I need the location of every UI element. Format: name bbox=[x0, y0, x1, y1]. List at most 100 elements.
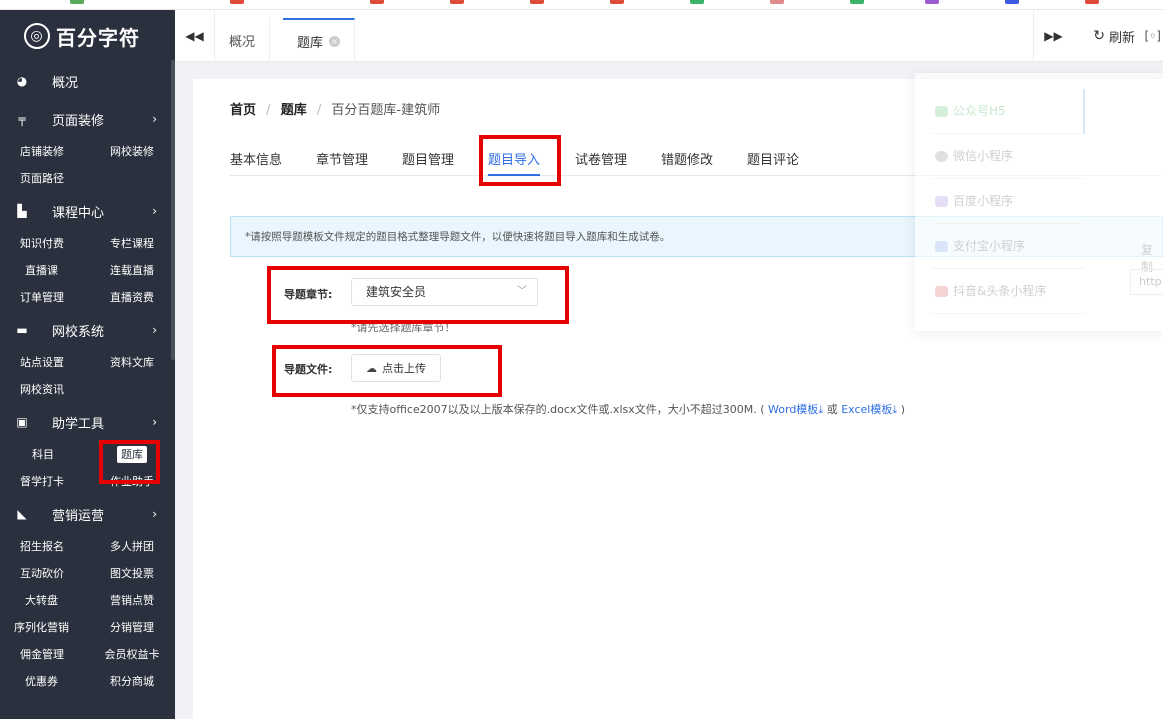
tab-basic-info[interactable]: 基本信息 bbox=[230, 149, 282, 176]
sidebar-item-points-mall[interactable]: 积分商城 bbox=[88, 668, 175, 695]
sidebar-item-school-news[interactable]: 网校资讯 bbox=[0, 376, 88, 403]
fullscreen-icon[interactable]: [◦] bbox=[1145, 10, 1161, 62]
platform-item-douyin-mini[interactable]: 抖音&头条小程序 bbox=[931, 269, 1085, 314]
tab-label: 题库 bbox=[297, 35, 324, 51]
sidebar-item-paid-knowledge[interactable]: 知识付费 bbox=[0, 230, 88, 257]
nav-label: 网校系统 bbox=[52, 324, 105, 340]
sidebar-item-live-fee[interactable]: 直播资费 bbox=[88, 284, 175, 311]
sidebar: ◎ 百分字符 ◕ 概况 ╤ 页面装修 › 店铺装修 网校装修 页面路径 ▙ 课程… bbox=[0, 10, 175, 719]
nav-overview[interactable]: ◕ 概况 bbox=[0, 62, 175, 100]
highlight-box-tab bbox=[479, 135, 561, 186]
tab-chapter-management[interactable]: 章节管理 bbox=[316, 149, 368, 176]
breadcrumb-home[interactable]: 首页 bbox=[230, 103, 256, 118]
nav-school-system[interactable]: ▬ 网校系统 › bbox=[0, 311, 175, 349]
sidebar-item-member-card[interactable]: 会员权益卡 bbox=[88, 641, 175, 668]
close-icon[interactable]: × bbox=[329, 35, 341, 47]
sidebar-item-page-path[interactable]: 页面路径 bbox=[0, 165, 88, 192]
tab-question-bank[interactable]: 题库 × bbox=[283, 18, 356, 62]
platform-item-wechat-mini[interactable]: 微信小程序 bbox=[931, 134, 1085, 179]
alipay-icon bbox=[935, 241, 948, 252]
tabs-scroll-right-icon[interactable]: ▶▶ bbox=[1033, 10, 1073, 62]
brand-logo[interactable]: ◎ 百分字符 bbox=[0, 10, 175, 62]
nav-learning-tools[interactable]: ▣ 助学工具 › bbox=[0, 403, 175, 441]
chevron-right-icon: › bbox=[152, 415, 157, 429]
sidebar-item-serial-marketing[interactable]: 序列化营销 bbox=[0, 614, 88, 641]
sidebar-item-resource-library[interactable]: 资料文库 bbox=[88, 349, 175, 376]
pie-chart-icon: ◕ bbox=[16, 74, 28, 88]
highlight-box-sidebar bbox=[99, 440, 160, 484]
nav-label: 概况 bbox=[52, 75, 79, 91]
file-hint-text: *仅支持office2007以及以上版本保存的.docx文件或.xlsx文件，大… bbox=[351, 403, 757, 416]
briefcase-icon: ▣ bbox=[16, 415, 28, 429]
or-text: 或 bbox=[826, 403, 838, 416]
paren-open: ( bbox=[760, 403, 765, 416]
nav-label: 营销运营 bbox=[52, 508, 105, 524]
nav-group-school-system: ▬ 网校系统 › 站点设置 资料文库 网校资讯 bbox=[0, 311, 175, 403]
breadcrumb-section[interactable]: 题库 bbox=[281, 103, 307, 118]
platform-label: 支付宝小程序 bbox=[953, 239, 1026, 253]
sidebar-item-vote[interactable]: 图文投票 bbox=[88, 560, 175, 587]
baidu-icon bbox=[935, 196, 948, 207]
sidebar-item-lucky-wheel[interactable]: 大转盘 bbox=[0, 587, 88, 614]
nav-label: 页面装修 bbox=[52, 113, 105, 129]
refresh-button[interactable]: ↻ 刷新 bbox=[1093, 10, 1135, 62]
platform-item-h5[interactable]: 公众号H5 bbox=[931, 89, 1085, 134]
sidebar-item-column-course[interactable]: 专栏课程 bbox=[88, 230, 175, 257]
sidebar-item-commission[interactable]: 佣金管理 bbox=[0, 641, 88, 668]
sidebar-item-distribution[interactable]: 分销管理 bbox=[88, 614, 175, 641]
top-tab-bar: ◀◀ 概况 题库 × ▶▶ ↻ 刷新 [◦] bbox=[175, 10, 1163, 62]
sidebar-item-serial-live[interactable]: 连载直播 bbox=[88, 257, 175, 284]
tab-question-comments[interactable]: 题目评论 bbox=[747, 149, 799, 176]
platform-item-alipay-mini[interactable]: 支付宝小程序 bbox=[931, 224, 1085, 269]
sidebar-item-order-management[interactable]: 订单管理 bbox=[0, 284, 88, 311]
paren-close: ) bbox=[900, 403, 905, 416]
sidebar-item-shop-decoration[interactable]: 店铺装修 bbox=[0, 138, 88, 165]
breadcrumb-current: 百分百题库-建筑师 bbox=[331, 103, 441, 118]
sidebar-item-school-decoration[interactable]: 网校装修 bbox=[88, 138, 175, 165]
sidebar-item-like-marketing[interactable]: 营销点赞 bbox=[88, 587, 175, 614]
chevron-right-icon: › bbox=[152, 507, 157, 521]
mini-program-icon bbox=[935, 151, 948, 162]
platform-label: 公众号H5 bbox=[953, 104, 1006, 118]
tab-question-management[interactable]: 题目管理 bbox=[402, 149, 454, 176]
tab-label: 概况 bbox=[229, 34, 256, 50]
nav-label: 课程中心 bbox=[52, 205, 105, 221]
url-input[interactable]: http bbox=[1130, 269, 1163, 295]
sidebar-item-bargain[interactable]: 互动砍价 bbox=[0, 560, 88, 587]
wechat-icon bbox=[935, 106, 948, 117]
book-icon: ▙ bbox=[17, 204, 27, 218]
word-template-link[interactable]: Word模板 bbox=[768, 403, 818, 416]
sidebar-item-group-buy[interactable]: 多人拼团 bbox=[88, 533, 175, 560]
chevron-right-icon: › bbox=[152, 323, 157, 337]
nav-page-decoration[interactable]: ╤ 页面装修 › bbox=[0, 100, 175, 138]
refresh-icon: ↻ bbox=[1093, 28, 1105, 44]
download-icon: ⤓ bbox=[892, 403, 898, 416]
browser-bookmark-strip bbox=[0, 0, 1163, 10]
sidebar-item-study-checkin[interactable]: 督学打卡 bbox=[0, 468, 88, 495]
tab-overview[interactable]: 概况 bbox=[215, 18, 271, 62]
platform-item-baidu-mini[interactable]: 百度小程序 bbox=[931, 179, 1085, 224]
excel-template-link[interactable]: Excel模板 bbox=[841, 403, 892, 416]
brand-name: 百分字符 bbox=[56, 25, 140, 50]
sidebar-item-enrollment[interactable]: 招生报名 bbox=[0, 533, 88, 560]
tab-wrong-question-edit[interactable]: 错题修改 bbox=[661, 149, 713, 176]
nav-group-course-center: ▙ 课程中心 › 知识付费 专栏课程 直播课 连载直播 订单管理 直播资费 bbox=[0, 192, 175, 311]
tab-paper-management[interactable]: 试卷管理 bbox=[575, 149, 627, 176]
sidebar-item-site-settings[interactable]: 站点设置 bbox=[0, 349, 88, 376]
breadcrumb: 首页 / 题库 / 百分百题库-建筑师 bbox=[230, 99, 440, 118]
logo-icon: ◎ bbox=[24, 23, 50, 49]
refresh-label: 刷新 bbox=[1108, 30, 1135, 46]
sidebar-item-coupon[interactable]: 优惠券 bbox=[0, 668, 88, 695]
platform-list: 公众号H5 微信小程序 百度小程序 支付宝小程序 抖音&头条小程序 bbox=[931, 89, 1085, 314]
chevron-right-icon: › bbox=[152, 204, 157, 218]
nav-course-center[interactable]: ▙ 课程中心 › bbox=[0, 192, 175, 230]
tabs-scroll-left-icon[interactable]: ◀◀ bbox=[175, 10, 215, 62]
platform-popover: 公众号H5 微信小程序 百度小程序 支付宝小程序 抖音&头条小程序 复制 htt… bbox=[915, 73, 1163, 331]
megaphone-icon: ◣ bbox=[17, 507, 27, 521]
nav-marketing[interactable]: ◣ 营销运营 › bbox=[0, 495, 175, 533]
sidebar-item-live-course[interactable]: 直播课 bbox=[0, 257, 88, 284]
platform-label: 微信小程序 bbox=[953, 149, 1014, 163]
nav-group-page-decoration: ╤ 页面装修 › 店铺装修 网校装修 页面路径 bbox=[0, 100, 175, 192]
chevron-right-icon: › bbox=[152, 112, 157, 126]
sidebar-item-subject[interactable]: 科目 bbox=[0, 441, 88, 468]
